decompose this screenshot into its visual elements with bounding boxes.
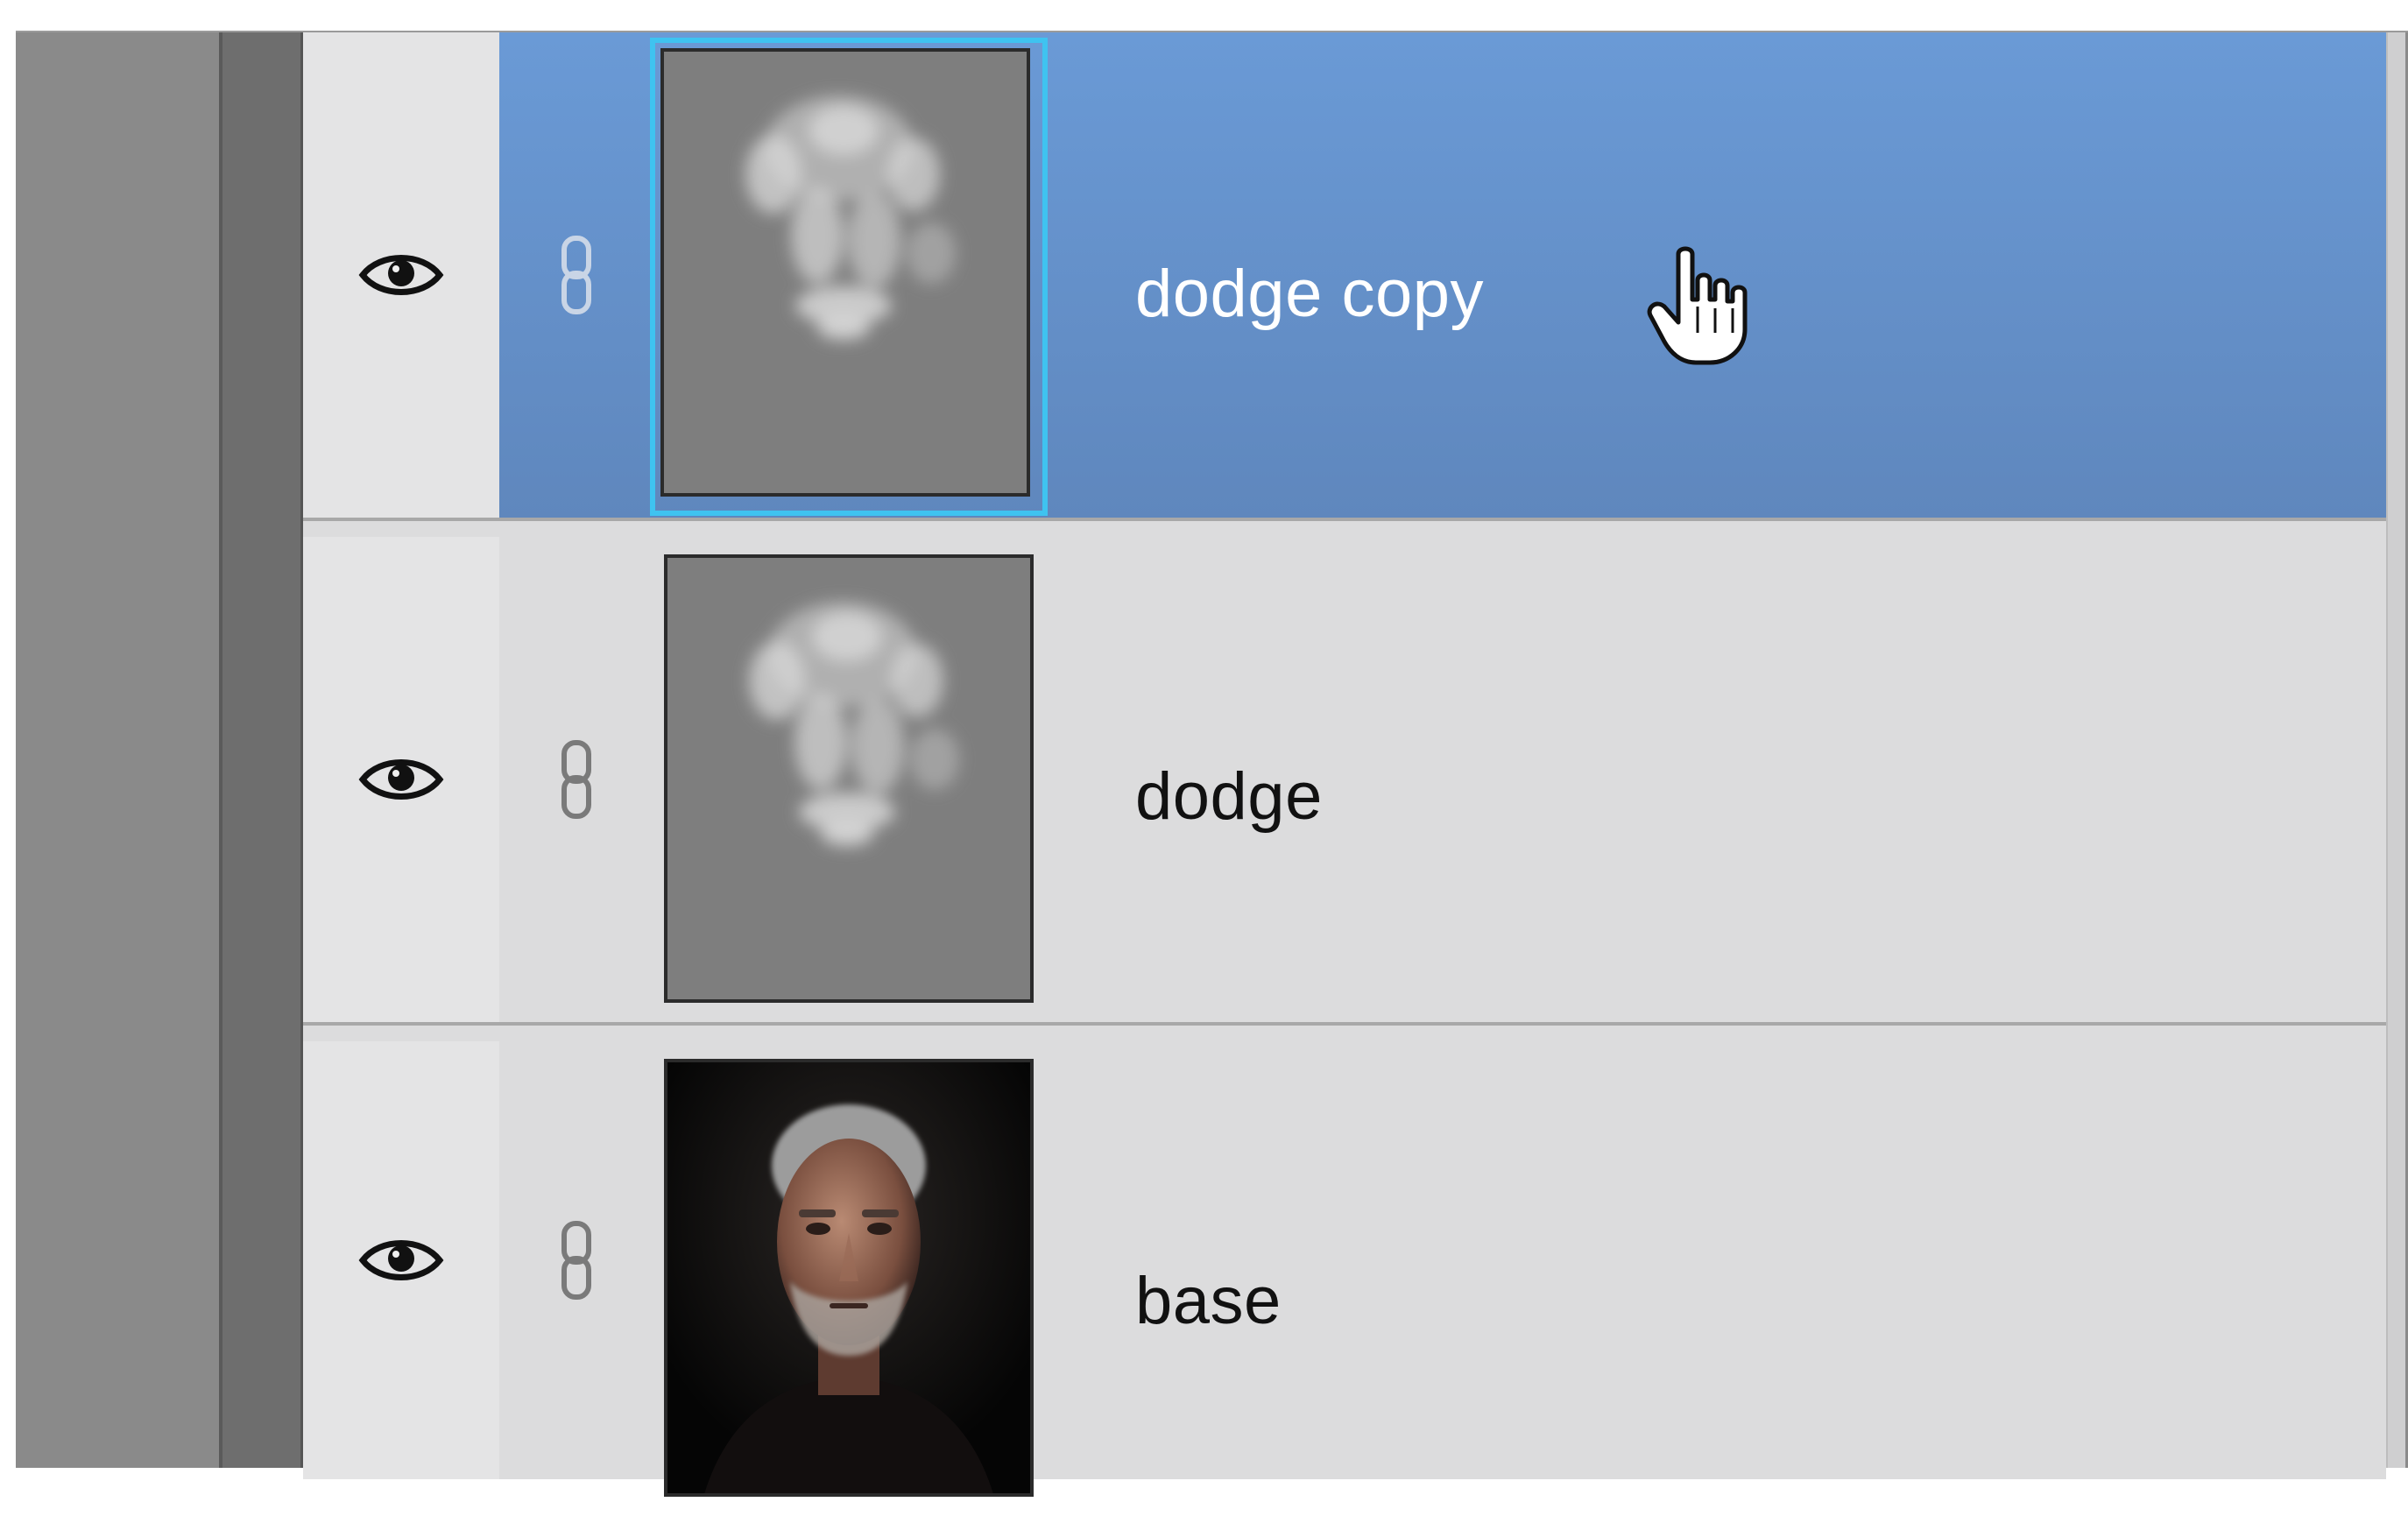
- layer-row-dodge-copy[interactable]: dodge copy: [303, 32, 2386, 521]
- chain-link-icon[interactable]: [557, 233, 596, 317]
- layer-row-base[interactable]: base: [303, 1041, 2386, 1497]
- visibility-toggle[interactable]: [303, 537, 499, 1022]
- layers-panel: dodge copy dodge base: [16, 31, 2408, 1497]
- layer-thumbnail-frame[interactable]: [657, 549, 1041, 1012]
- layer-row-dodge[interactable]: dodge: [303, 537, 2386, 1026]
- dodge-mask-thumbnail: [664, 554, 1034, 1003]
- hand-pointer-cursor: [1647, 246, 1748, 365]
- layer-name[interactable]: dodge copy: [1135, 256, 1484, 332]
- portrait-photo-thumbnail: [664, 1059, 1034, 1497]
- visibility-toggle[interactable]: [303, 1041, 499, 1479]
- layer-link-toggle[interactable]: [499, 32, 653, 518]
- eye-icon[interactable]: [357, 1232, 445, 1288]
- layer-name[interactable]: dodge: [1135, 758, 1323, 835]
- panel-scrollbar[interactable]: [2386, 32, 2405, 1468]
- chain-link-icon[interactable]: [557, 737, 596, 821]
- visibility-toggle[interactable]: [303, 32, 499, 518]
- layer-link-toggle[interactable]: [499, 1041, 653, 1479]
- chain-link-icon[interactable]: [557, 1218, 596, 1302]
- layer-thumbnail-frame[interactable]: [657, 1054, 1041, 1516]
- dodge-mask-thumbnail: [660, 48, 1030, 497]
- eye-icon[interactable]: [357, 247, 445, 303]
- layer-thumbnail-frame[interactable]: [650, 38, 1048, 516]
- layer-name[interactable]: base: [1135, 1263, 1282, 1339]
- layers-list: dodge copy dodge base: [303, 32, 2405, 1497]
- eye-icon[interactable]: [357, 751, 445, 807]
- layer-link-toggle[interactable]: [499, 537, 653, 1022]
- panel-gutter: [222, 32, 303, 1468]
